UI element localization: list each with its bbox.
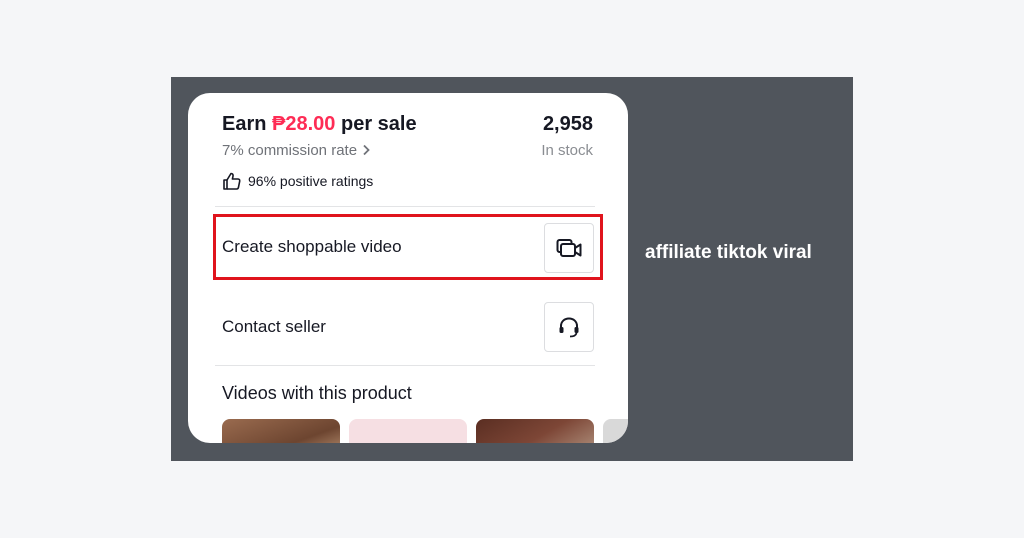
earn-per-sale: Earn ₱28.00 per sale [222,113,417,136]
video-thumbnail[interactable] [222,419,340,443]
earn-suffix: per sale [340,113,417,135]
divider [215,206,595,207]
stock-label: In stock [541,142,593,159]
earn-amount: ₱28.00 [272,113,336,135]
headset-icon [559,317,579,338]
video-thumbnail[interactable] [603,419,628,443]
highlight-box [213,214,603,280]
video-thumbnail[interactable] [476,419,594,443]
positive-ratings: 96% positive ratings [222,168,373,194]
commission-rate-link[interactable]: 7% commission rate [222,142,371,159]
divider [215,365,595,366]
commission-rate-label: 7% commission rate [222,142,358,159]
contact-seller-label[interactable]: Contact seller [222,317,326,337]
stock-count: 2,958 [542,113,593,135]
rating-label: 96% positive ratings [248,173,374,189]
thumbs-up-icon [223,172,241,190]
videos-section-title: Videos with this product [222,383,412,403]
contact-seller-button[interactable] [544,302,594,352]
video-thumbnail[interactable] [349,419,467,443]
chevron-right-icon [363,144,370,156]
product-affiliate-card: Earn ₱28.00 per sale 7% commission rate … [188,93,628,443]
caption: affiliate tiktok viral [645,242,812,263]
earn-prefix: Earn [222,113,267,135]
